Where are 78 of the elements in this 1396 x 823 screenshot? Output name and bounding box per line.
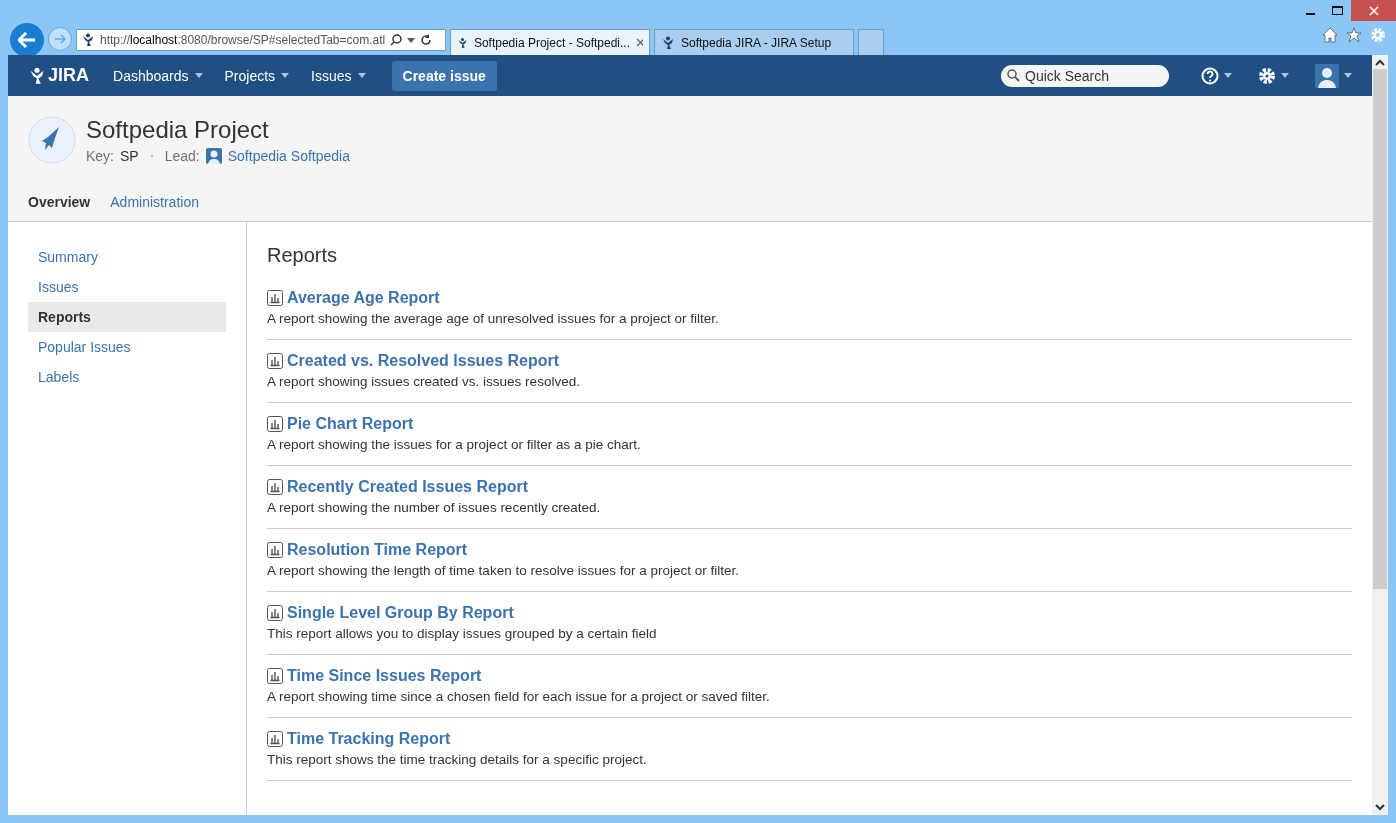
caret-icon <box>194 73 203 78</box>
bar-chart-icon <box>267 416 283 432</box>
bar-chart-icon <box>267 668 283 684</box>
project-key: SP <box>120 148 139 164</box>
report-link[interactable]: Single Level Group By Report <box>287 604 514 622</box>
jira-logo-icon <box>457 35 468 50</box>
jira-logo-icon <box>81 33 95 47</box>
report-link[interactable]: Time Since Issues Report <box>287 667 482 685</box>
caret-icon <box>407 37 416 43</box>
project-tab[interactable]: Administration <box>110 188 199 221</box>
forward-arrow-icon <box>54 34 66 44</box>
caret-icon <box>1281 73 1289 78</box>
reports-heading: Reports <box>267 244 339 267</box>
report-link[interactable]: Pie Chart Report <box>287 415 414 433</box>
url-text: http://localhost:8080/browse/SP#selectedTab=com.atl <box>100 33 386 47</box>
bar-chart-icon <box>267 479 283 495</box>
sidebar-item[interactable]: Popular Issues <box>28 332 226 362</box>
report-description: A report showing the issues for a project or filter as a pie chart. <box>267 437 642 452</box>
sidebar-item[interactable]: Summary <box>28 242 226 272</box>
bar-chart-icon <box>267 353 283 369</box>
minimize-icon <box>1306 13 1315 15</box>
home-icon[interactable] <box>1322 26 1338 43</box>
report-link[interactable]: Recently Created Issues Report <box>287 478 528 496</box>
report-link[interactable]: Resolution Time Report <box>287 541 468 559</box>
sidebar-item[interactable]: Reports <box>28 302 226 332</box>
create-issue-button[interactable]: Create issue <box>391 60 497 91</box>
rocket-avatar-icon <box>28 116 76 164</box>
lead-link[interactable]: Softpedia Softpedia <box>227 148 350 164</box>
caret-icon <box>1224 73 1232 78</box>
browser-tab[interactable]: Softpedia JIRA - JIRA Setup <box>654 29 854 55</box>
caret-icon <box>281 73 290 78</box>
lead-label: Lead: <box>164 148 200 164</box>
bar-chart-icon <box>267 290 283 306</box>
project-title: Softpedia Project <box>86 116 270 144</box>
search-icon <box>1007 69 1020 82</box>
report-link[interactable]: Average Age Report <box>287 289 440 307</box>
user-avatar-icon <box>205 148 222 164</box>
browser-tab[interactable]: Softpedia Project - Softpedi... <box>450 29 650 55</box>
scrollbar-thumb[interactable] <box>1373 69 1387 589</box>
sidebar-item[interactable]: Issues <box>28 272 226 302</box>
back-arrow-icon <box>18 32 36 48</box>
close-icon <box>1368 5 1379 16</box>
address-bar[interactable]: http://localhost:8080/browse/SP#selectedTab=com.atl <box>76 29 446 51</box>
help-icon <box>1201 66 1219 85</box>
settings-icon <box>1258 66 1276 85</box>
quick-search-field[interactable]: Quick Search <box>1001 64 1169 87</box>
key-label: Key: <box>86 148 114 164</box>
nav-menu[interactable]: Projects <box>218 63 296 88</box>
refresh-icon[interactable] <box>420 34 433 46</box>
report-description: A report showing time since a chosen field for each issue for a project or saved filter. <box>267 689 771 704</box>
report-link[interactable]: Created vs. Resolved Issues Report <box>287 352 560 370</box>
sidebar-item[interactable]: Labels <box>28 362 226 392</box>
jira-logo-icon <box>28 66 46 85</box>
report-description: A report showing the average age of unresolved issues for a project or filter. <box>267 311 720 326</box>
scroll-up-icon[interactable] <box>1375 59 1385 67</box>
report-description: A report showing the number of issues recently created. <box>267 500 602 515</box>
maximize-icon <box>1332 5 1343 16</box>
caret-icon <box>1344 73 1352 78</box>
report-description: A report showing issues created vs. issues resolved. <box>267 374 581 389</box>
close-icon[interactable] <box>636 38 643 47</box>
search-icon <box>390 34 403 46</box>
back-button[interactable] <box>10 23 44 57</box>
report-description: This report shows the time tracking details for a specific project. <box>267 752 648 767</box>
bar-chart-icon <box>267 605 283 621</box>
jira-logo-icon <box>661 35 675 50</box>
scroll-down-icon[interactable] <box>1375 803 1385 811</box>
user-avatar-icon <box>1315 63 1339 88</box>
report-link[interactable]: Time Tracking Report <box>287 730 451 748</box>
bar-chart-icon <box>267 731 283 747</box>
caret-icon <box>357 73 366 78</box>
star-icon[interactable] <box>1346 26 1362 43</box>
jira-logo[interactable]: JIRA <box>28 65 89 86</box>
nav-menu[interactable]: Dashboards <box>107 63 209 88</box>
nav-menu[interactable]: Issues <box>305 63 372 88</box>
report-description: A report showing the length of time taken to resolve issues for a project or filter. <box>267 563 740 578</box>
project-tab[interactable]: Overview <box>28 188 91 221</box>
report-description: This report allows you to display issues grouped by a certain field <box>267 626 658 641</box>
bar-chart-icon <box>267 542 283 558</box>
